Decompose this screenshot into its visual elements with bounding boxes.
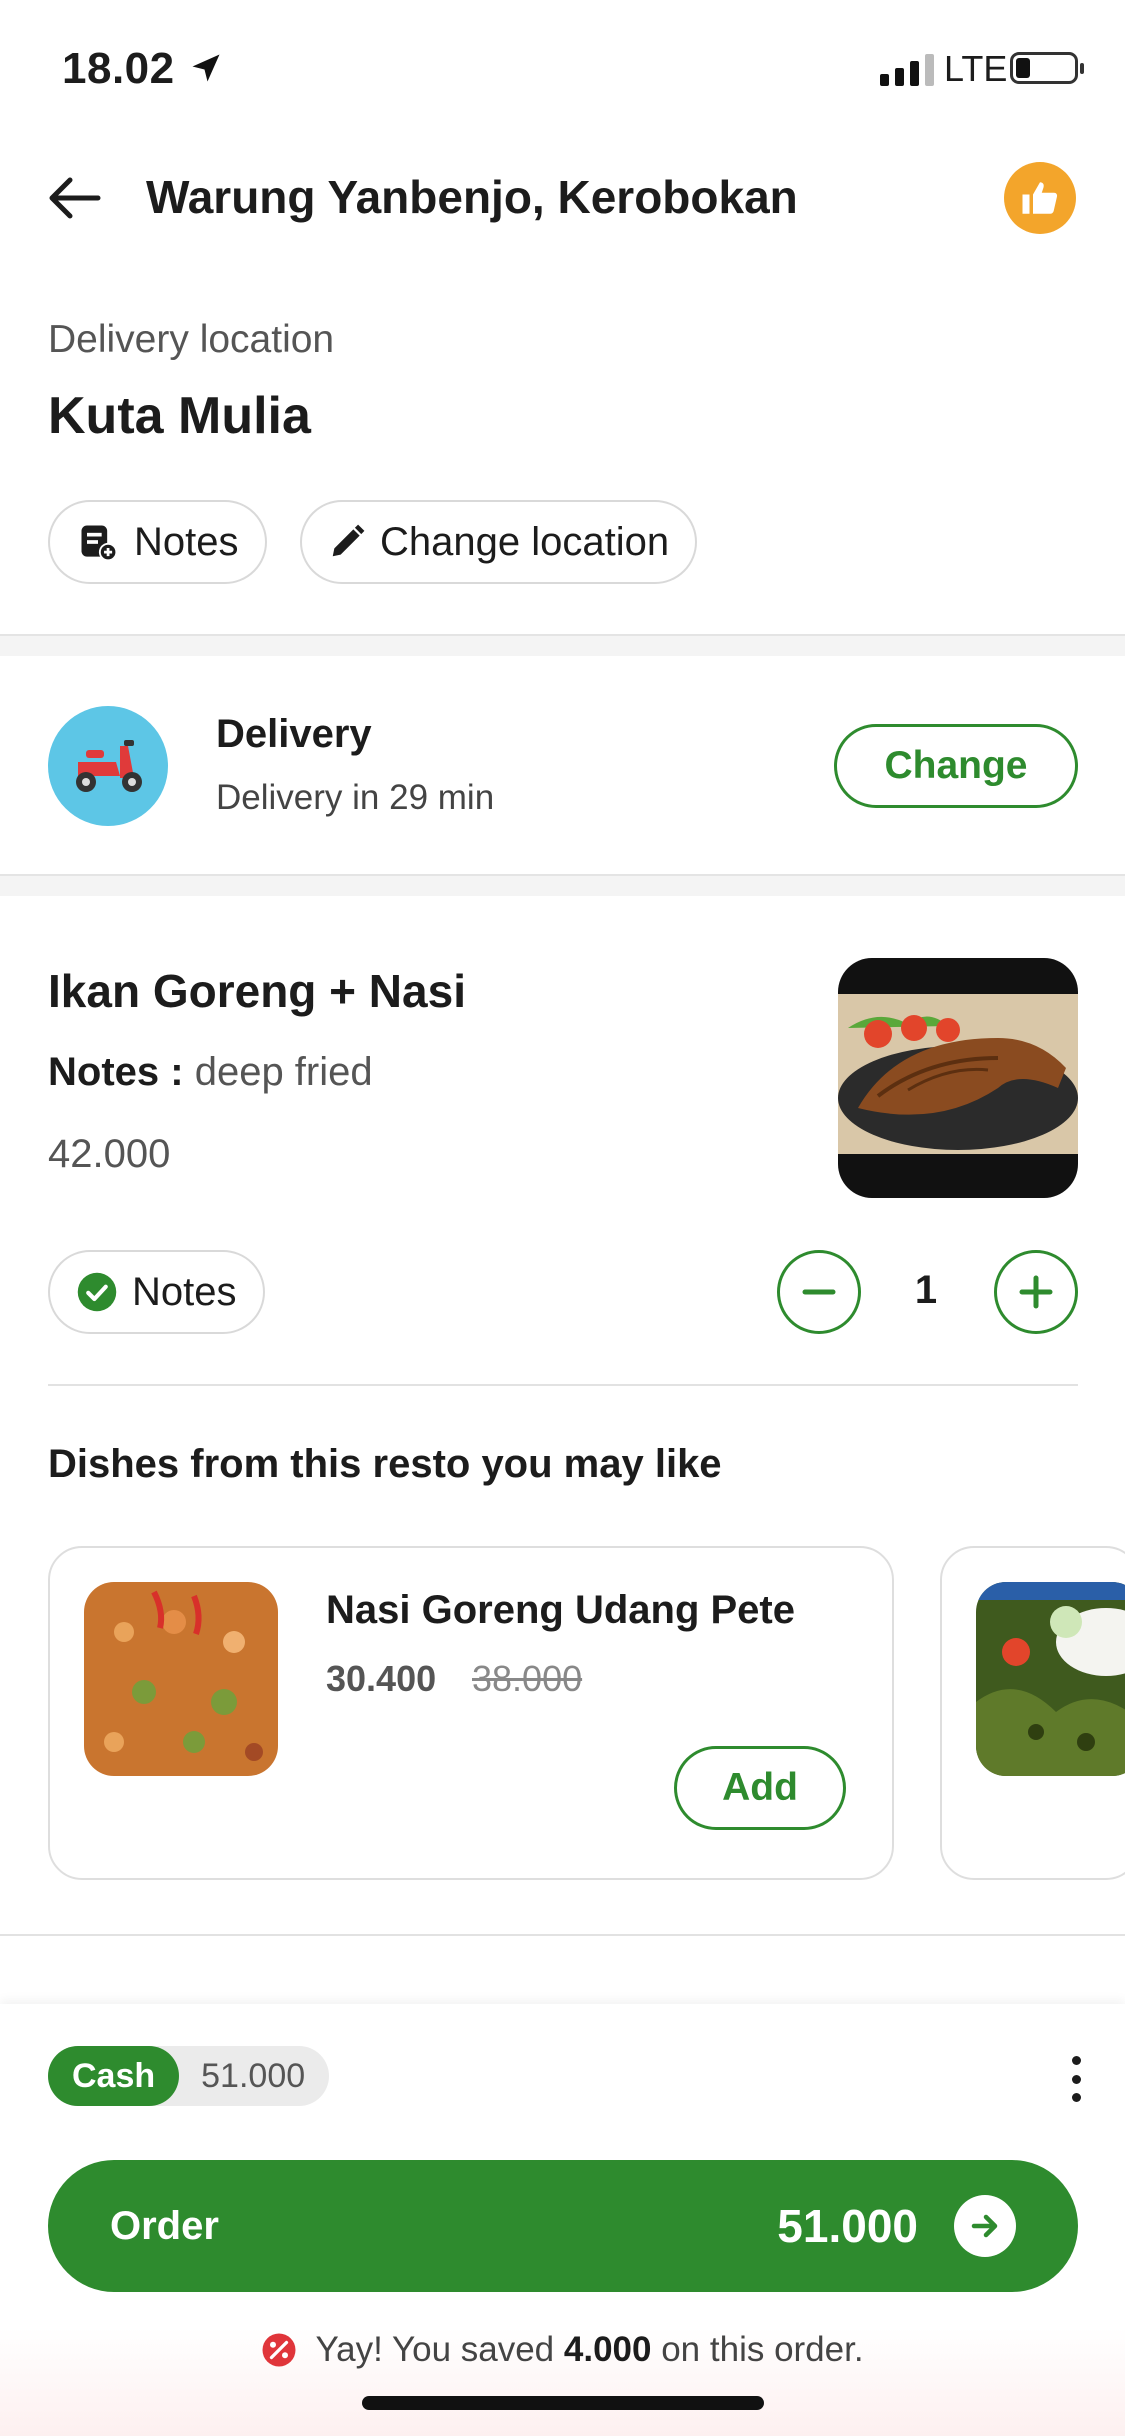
change-delivery-button[interactable]: Change: [834, 724, 1078, 808]
increase-quantity-button[interactable]: [994, 1250, 1078, 1334]
delivery-location-name: Kuta Mulia: [48, 387, 311, 445]
section-divider: [0, 634, 1125, 656]
status-time: 18.02: [62, 44, 175, 93]
quantity-value: 1: [914, 1268, 938, 1312]
cart-item-notes-label: Notes :: [48, 1050, 184, 1094]
order-total: 51.000: [777, 2200, 918, 2252]
payment-method: Cash: [48, 2046, 180, 2106]
cart-item-price: 42.000: [48, 1132, 171, 1176]
order-label: Order: [110, 2203, 219, 2248]
recommendation-photo: [976, 1582, 1125, 1776]
back-button[interactable]: [40, 166, 112, 230]
minus-icon: [802, 1289, 836, 1295]
delivery-location-label: Delivery location: [48, 318, 335, 361]
saving-suffix: on this order.: [661, 2330, 864, 2369]
payment-amount: 51.000: [201, 2056, 306, 2095]
recommendation-photo: [84, 1582, 278, 1776]
scooter-icon: [48, 706, 168, 826]
recommendation-old-price: 38.000: [472, 1658, 583, 1699]
recommendation-name: Nasi Goreng Udang Pete: [326, 1588, 795, 1632]
payment-selector[interactable]: Cash 51.000: [48, 2046, 330, 2106]
status-bar: 18.02 LTE: [0, 0, 1125, 140]
saving-prefix: Yay! You saved: [315, 2330, 555, 2369]
item-notes-label: Notes: [132, 1269, 237, 1314]
home-indicator[interactable]: [362, 2396, 764, 2410]
more-options-button[interactable]: [1062, 2056, 1090, 2102]
location-notes-button[interactable]: Notes: [48, 500, 267, 584]
back-arrow-icon: [49, 177, 101, 219]
location-notes-label: Notes: [134, 519, 239, 564]
order-button[interactable]: Order 51.000: [48, 2160, 1078, 2292]
recommendation-price: 30.400: [326, 1658, 437, 1699]
network-label: LTE: [944, 48, 1008, 89]
savings-message: Yay! You saved 4.000 on this order.: [0, 2330, 1125, 2370]
checkout-panel: Cash 51.000 Order 51.000 Yay! You saved …: [0, 2004, 1125, 2436]
delivery-eta: Delivery in 29 min: [216, 778, 495, 817]
delivery-title: Delivery: [216, 712, 372, 756]
location-arrow-icon: [192, 54, 220, 82]
signal-icon: [880, 52, 934, 86]
divider: [0, 1934, 1125, 1936]
plus-icon: [1019, 1275, 1053, 1309]
section-divider: [0, 874, 1125, 896]
check-circle-icon: [77, 1272, 117, 1312]
item-notes-button[interactable]: Notes: [48, 1250, 265, 1334]
arrow-right-icon: [954, 2195, 1016, 2257]
change-location-label: Change location: [380, 519, 670, 564]
recommendation-card[interactable]: [940, 1546, 1125, 1880]
decrease-quantity-button[interactable]: [777, 1250, 861, 1334]
battery-icon: [1010, 52, 1084, 84]
cart-item-name: Ikan Goreng + Nasi: [48, 965, 466, 1017]
recommendations-title: Dishes from this resto you may like: [48, 1442, 722, 1486]
cart-item-notes: Notes : deep fried: [48, 1050, 373, 1095]
like-button[interactable]: [1004, 162, 1076, 234]
thumbs-up-icon: [1022, 182, 1058, 214]
pencil-icon: [332, 524, 365, 557]
cart-item-notes-value: deep fried: [194, 1050, 373, 1094]
notes-icon: [81, 525, 118, 562]
recommendation-card[interactable]: Nasi Goreng Udang Pete 30.400 38.000 Add: [48, 1546, 894, 1880]
saving-amount: 4.000: [563, 2330, 652, 2369]
add-recommendation-button[interactable]: Add: [674, 1746, 846, 1830]
page-title: Warung Yanbenjo, Kerobokan: [146, 171, 798, 223]
cart-item-photo: [838, 958, 1078, 1198]
divider: [48, 1384, 1078, 1386]
discount-icon: [262, 2333, 296, 2367]
change-location-button[interactable]: Change location: [300, 500, 698, 584]
